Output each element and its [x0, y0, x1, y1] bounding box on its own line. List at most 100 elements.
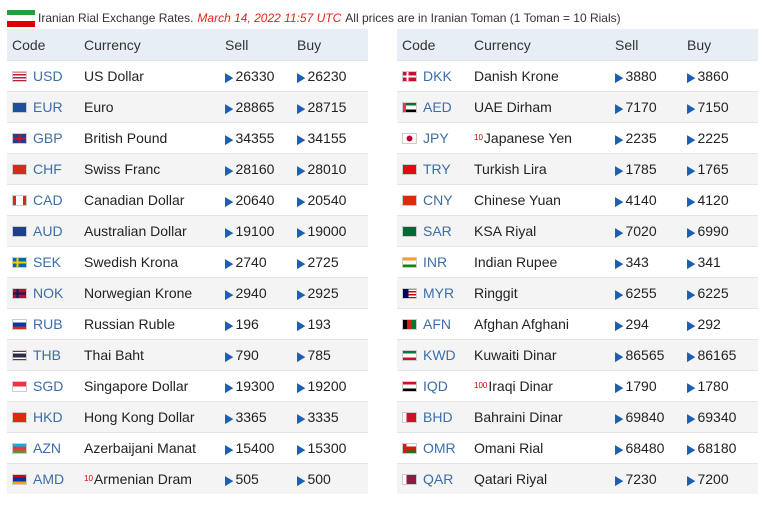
currency-code-link[interactable]: AUD	[33, 223, 63, 239]
cell-sell: ▶ 19300	[225, 370, 297, 402]
currency-code-link[interactable]: KWD	[423, 347, 456, 363]
currency-code-link[interactable]: NOK	[33, 285, 63, 301]
col-buy-header[interactable]: Buy	[297, 29, 368, 61]
cell-sell: ▶ 7020	[615, 215, 687, 247]
col-sell-header[interactable]: Sell	[225, 29, 297, 61]
currency-code-link[interactable]: OMR	[423, 440, 456, 456]
cell-buy: ▶ 86165	[687, 339, 758, 371]
currency-name: Thai Baht	[84, 347, 144, 363]
unit-multiplier: 10	[474, 133, 483, 142]
cell-code: AUD	[7, 215, 84, 247]
unit-multiplier: 10	[84, 474, 93, 483]
iq-flag-icon	[402, 380, 417, 392]
arrow-right-icon: ▶	[615, 411, 624, 427]
cell-code: USD	[7, 60, 84, 92]
arrow-right-icon: ▶	[687, 132, 696, 148]
currency-code-link[interactable]: MYR	[423, 285, 454, 301]
table-header-row: Code Currency Sell Buy	[397, 29, 758, 61]
arrow-right-icon: ▶	[297, 163, 306, 179]
cell-sell: ▶ 69840	[615, 401, 687, 433]
currency-code-link[interactable]: BHD	[423, 409, 453, 425]
ca-flag-icon	[12, 194, 27, 206]
currency-code-link[interactable]: JPY	[423, 130, 449, 146]
buy-price: 26230	[307, 68, 347, 84]
currency-code-link[interactable]: SEK	[33, 254, 61, 270]
cell-currency: Norwegian Krone	[84, 277, 225, 309]
col-currency-header[interactable]: Currency	[474, 29, 615, 61]
cell-currency: Swedish Krona	[84, 246, 225, 278]
arrow-right-icon: ▶	[225, 318, 234, 334]
currency-code-link[interactable]: CHF	[33, 161, 62, 177]
table-row: GBP British Pound ▶ 34355 ▶ 34155	[7, 122, 368, 154]
cell-buy: ▶ 6225	[687, 277, 758, 309]
currency-code-link[interactable]: CNY	[423, 192, 453, 208]
cell-sell: ▶ 34355	[225, 122, 297, 154]
currency-code-link[interactable]: AED	[423, 99, 452, 115]
currency-code-link[interactable]: HKD	[33, 409, 63, 425]
eu-flag-icon	[12, 101, 27, 113]
currency-name: Armenian Dram	[93, 471, 192, 487]
cell-sell: ▶ 1785	[615, 153, 687, 185]
arrow-right-icon: ▶	[687, 411, 696, 427]
cell-sell: ▶ 2940	[225, 277, 297, 309]
arrow-right-icon: ▶	[687, 380, 696, 396]
af-flag-icon	[402, 318, 417, 330]
table-row: CNY Chinese Yuan ▶ 4140 ▶ 4120	[397, 184, 758, 216]
arrow-right-icon: ▶	[297, 318, 306, 334]
col-buy-header[interactable]: Buy	[687, 29, 758, 61]
currency-code-link[interactable]: CAD	[33, 192, 63, 208]
currency-code-link[interactable]: GBP	[33, 130, 63, 146]
table-row: IQD 100Iraqi Dinar ▶ 1790 ▶ 1780	[397, 370, 758, 402]
buy-price: 341	[697, 254, 721, 270]
arrow-right-icon: ▶	[225, 132, 234, 148]
cell-code: AED	[397, 91, 474, 123]
currency-code-link[interactable]: TRY	[423, 161, 451, 177]
currency-code-link[interactable]: AZN	[33, 440, 61, 456]
buy-price: 19200	[307, 378, 347, 394]
currency-code-link[interactable]: AFN	[423, 316, 451, 332]
buy-price: 4120	[697, 192, 729, 208]
col-currency-header[interactable]: Currency	[84, 29, 225, 61]
us-flag-icon	[12, 70, 27, 82]
table-row: INR Indian Rupee ▶ 343 ▶ 341	[397, 246, 758, 278]
currency-code-link[interactable]: QAR	[423, 471, 453, 487]
currency-name: Russian Ruble	[84, 316, 176, 332]
currency-code-link[interactable]: AMD	[33, 471, 64, 487]
header-title: Iranian Rial Exchange Rates.	[38, 11, 194, 25]
sell-price: 15400	[235, 440, 275, 456]
currency-code-link[interactable]: SAR	[423, 223, 452, 239]
table-row: RUB Russian Ruble ▶ 196 ▶ 193	[7, 308, 368, 340]
arrow-right-icon: ▶	[297, 225, 306, 241]
col-code-header[interactable]: Code	[7, 29, 84, 61]
sell-price: 2940	[235, 285, 267, 301]
qa-flag-icon	[402, 473, 417, 485]
currency-code-link[interactable]: EUR	[33, 99, 63, 115]
cell-code: IQD	[397, 370, 474, 402]
arrow-right-icon: ▶	[615, 287, 624, 303]
currency-code-link[interactable]: DKK	[423, 68, 452, 84]
cell-buy: ▶ 785	[297, 339, 368, 371]
arrow-right-icon: ▶	[687, 318, 696, 334]
currency-code-link[interactable]: INR	[423, 254, 447, 270]
currency-name: Turkish Lira	[474, 161, 547, 177]
cell-buy: ▶ 6990	[687, 215, 758, 247]
currency-name: Australian Dollar	[84, 223, 187, 239]
arrow-right-icon: ▶	[225, 225, 234, 241]
currency-code-link[interactable]: USD	[33, 68, 63, 84]
col-sell-header[interactable]: Sell	[615, 29, 687, 61]
cell-sell: ▶ 790	[225, 339, 297, 371]
cell-buy: ▶ 1780	[687, 370, 758, 402]
col-code-header[interactable]: Code	[397, 29, 474, 61]
tr-flag-icon	[402, 163, 417, 175]
cell-currency: Kuwaiti Dinar	[474, 339, 615, 371]
currency-code-link[interactable]: RUB	[33, 316, 63, 332]
sell-price: 505	[235, 471, 259, 487]
currency-name: Ringgit	[474, 285, 518, 301]
cell-currency: Bahraini Dinar	[474, 401, 615, 433]
cell-sell: ▶ 3880	[615, 60, 687, 92]
currency-code-link[interactable]: SGD	[33, 378, 63, 394]
currency-code-link[interactable]: IQD	[423, 378, 448, 394]
cell-currency: 10Armenian Dram	[84, 463, 225, 494]
cell-buy: ▶ 69340	[687, 401, 758, 433]
currency-code-link[interactable]: THB	[33, 347, 61, 363]
